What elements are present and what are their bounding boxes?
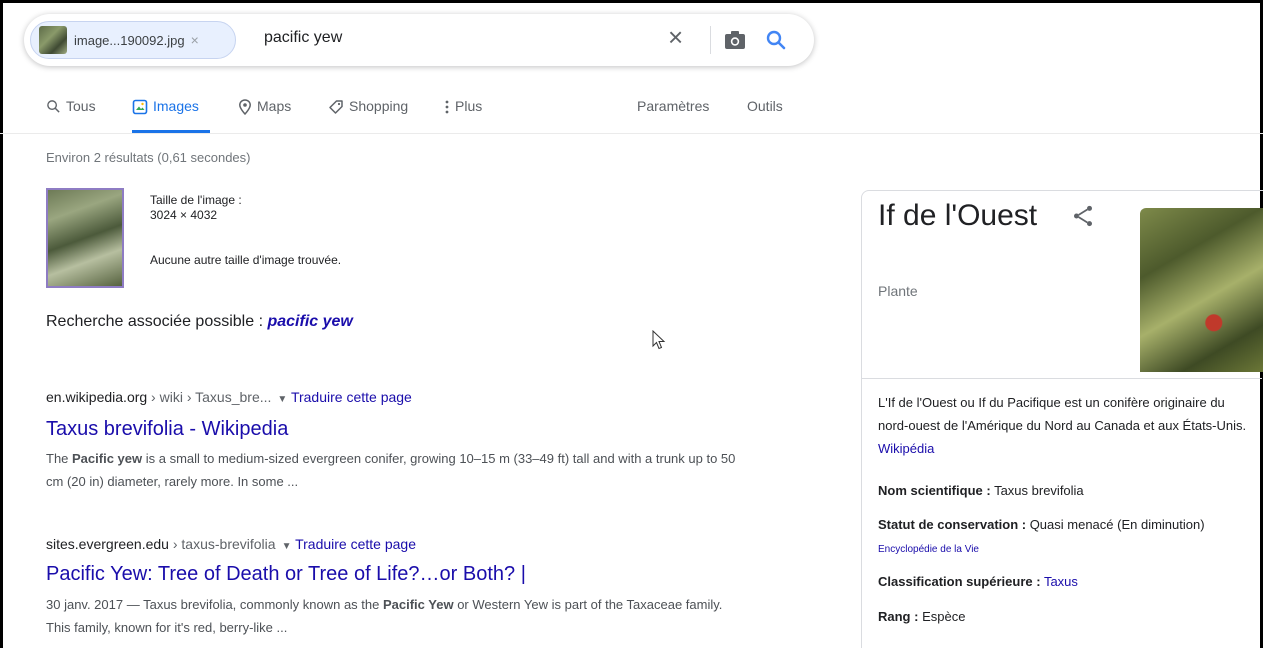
related-search: Recherche associée possible : pacific ye… xyxy=(46,313,353,331)
result-1-title-link[interactable]: Taxus brevifolia - Wikipedia xyxy=(46,418,288,441)
fact-key: Nom scientifique : xyxy=(878,483,991,498)
tab-shopping[interactable]: Shopping xyxy=(328,98,408,132)
tab-settings[interactable]: Paramètres xyxy=(637,98,709,132)
wikipedia-link[interactable]: Wikipédia xyxy=(878,441,934,456)
query-image-thumbnail[interactable] xyxy=(46,188,124,288)
tab-images-label: Images xyxy=(153,98,199,114)
tab-settings-label: Paramètres xyxy=(637,98,710,114)
result-1-translate-link[interactable]: Traduire cette page xyxy=(291,389,412,405)
mouse-cursor-icon xyxy=(652,330,666,350)
image-chip-thumbnail xyxy=(39,26,67,54)
search-bar[interactable]: image...190092.jpg × pacific yew × xyxy=(24,14,814,66)
image-icon xyxy=(132,99,148,115)
fact-key: Classification supérieure : xyxy=(878,574,1041,589)
tab-maps[interactable]: Maps xyxy=(238,98,291,132)
search-tabs: Tous Images Maps Shopping Plus Paramètre… xyxy=(0,98,1263,134)
result-1-snippet: The Pacific yew is a small to medium-siz… xyxy=(46,447,736,493)
tab-images[interactable]: Images xyxy=(132,98,210,133)
knowledge-panel-description-text: L'If de l'Ouest ou If du Pacifique est u… xyxy=(878,395,1247,433)
fact-value: Espèce xyxy=(918,609,966,624)
related-search-link[interactable]: pacific yew xyxy=(267,313,352,330)
caret-down-icon[interactable]: ▼ xyxy=(277,394,287,405)
knowledge-panel-image[interactable] xyxy=(1140,208,1263,372)
result-2-cite: sites.evergreen.edu › taxus-brevifolia ▼ … xyxy=(46,536,416,552)
fact-value: Taxus brevifolia xyxy=(990,483,1084,498)
result-2-path: › taxus-brevifolia xyxy=(168,536,276,552)
fact-key: Statut de conservation : xyxy=(878,517,1027,532)
search-divider xyxy=(710,26,711,54)
result-1-path: › wiki › Taxus_bre... xyxy=(147,389,272,405)
caret-down-icon[interactable]: ▼ xyxy=(282,541,292,552)
tab-all[interactable]: Tous xyxy=(46,98,96,132)
result-1-domain: en.wikipedia.org xyxy=(46,389,148,405)
fact-parent-taxon: Classification supérieure : Taxus xyxy=(878,570,1248,593)
knowledge-panel-title: If de l'Ouest xyxy=(878,199,1038,232)
result-2-title-link[interactable]: Pacific Yew: Tree of Death or Tree of Li… xyxy=(46,563,526,586)
search-icon[interactable] xyxy=(764,28,788,52)
tab-tools-label: Outils xyxy=(747,98,783,114)
result-2-snippet-pre: 30 janv. 2017 — Taxus brevifolia, common… xyxy=(46,597,383,612)
fact-value: Quasi menacé (En diminution) xyxy=(1026,517,1205,532)
image-chip-filename: image...190092.jpg xyxy=(74,32,185,48)
tab-more[interactable]: Plus xyxy=(444,98,482,132)
search-input[interactable]: pacific yew xyxy=(264,29,342,47)
result-2-translate-link[interactable]: Traduire cette page xyxy=(295,536,416,552)
tab-all-label: Tous xyxy=(66,98,96,114)
knowledge-panel-description: L'If de l'Ouest ou If du Pacifique est u… xyxy=(878,391,1248,460)
tab-tools[interactable]: Outils xyxy=(747,98,783,132)
taxus-link[interactable]: Taxus xyxy=(1044,574,1078,589)
result-stats: Environ 2 résultats (0,61 secondes) xyxy=(46,150,251,165)
camera-icon[interactable] xyxy=(724,30,746,50)
result-1-cite: en.wikipedia.org › wiki › Taxus_bre... ▼ … xyxy=(46,389,412,405)
fact-conservation-status: Statut de conservation : Quasi menacé (E… xyxy=(878,513,1248,561)
related-search-prefix: Recherche associée possible : xyxy=(46,313,264,330)
result-2-domain: sites.evergreen.edu xyxy=(46,536,169,552)
tab-maps-label: Maps xyxy=(257,98,292,114)
fact-key: Rang : xyxy=(878,609,919,624)
result-2-snippet: 30 janv. 2017 — Taxus brevifolia, common… xyxy=(46,593,736,639)
clear-search-icon[interactable]: × xyxy=(668,24,683,50)
share-icon[interactable] xyxy=(1070,203,1096,229)
encyclopedia-of-life-link[interactable]: Encyclopédie de la Vie xyxy=(878,544,979,555)
tag-icon xyxy=(329,100,343,114)
tab-shopping-label: Shopping xyxy=(349,98,409,114)
result-1-snippet-pre: The xyxy=(46,451,73,466)
fact-scientific-name: Nom scientifique : Taxus brevifolia xyxy=(878,479,1248,502)
image-size-value: 3024 × 4032 xyxy=(150,208,218,222)
more-vert-icon xyxy=(445,100,449,114)
image-chip[interactable]: image...190092.jpg × xyxy=(30,21,236,59)
tab-more-label: Plus xyxy=(455,98,483,114)
result-1-snippet-bold: Pacific yew xyxy=(72,451,143,466)
no-other-sizes-text: Aucune autre taille d'image trouvée. xyxy=(150,253,342,267)
result-2-snippet-bold: Pacific Yew xyxy=(382,597,454,612)
fact-rank: Rang : Espèce xyxy=(878,605,1248,628)
image-size-label: Taille de l'image : xyxy=(150,193,242,207)
knowledge-panel-divider xyxy=(862,378,1262,379)
search-icon xyxy=(47,100,60,113)
result-1-snippet-post: is a small to medium-sized evergreen con… xyxy=(46,451,736,489)
map-pin-icon xyxy=(239,99,251,115)
knowledge-panel-subtitle: Plante xyxy=(878,283,918,299)
image-chip-close-icon[interactable]: × xyxy=(191,32,199,48)
